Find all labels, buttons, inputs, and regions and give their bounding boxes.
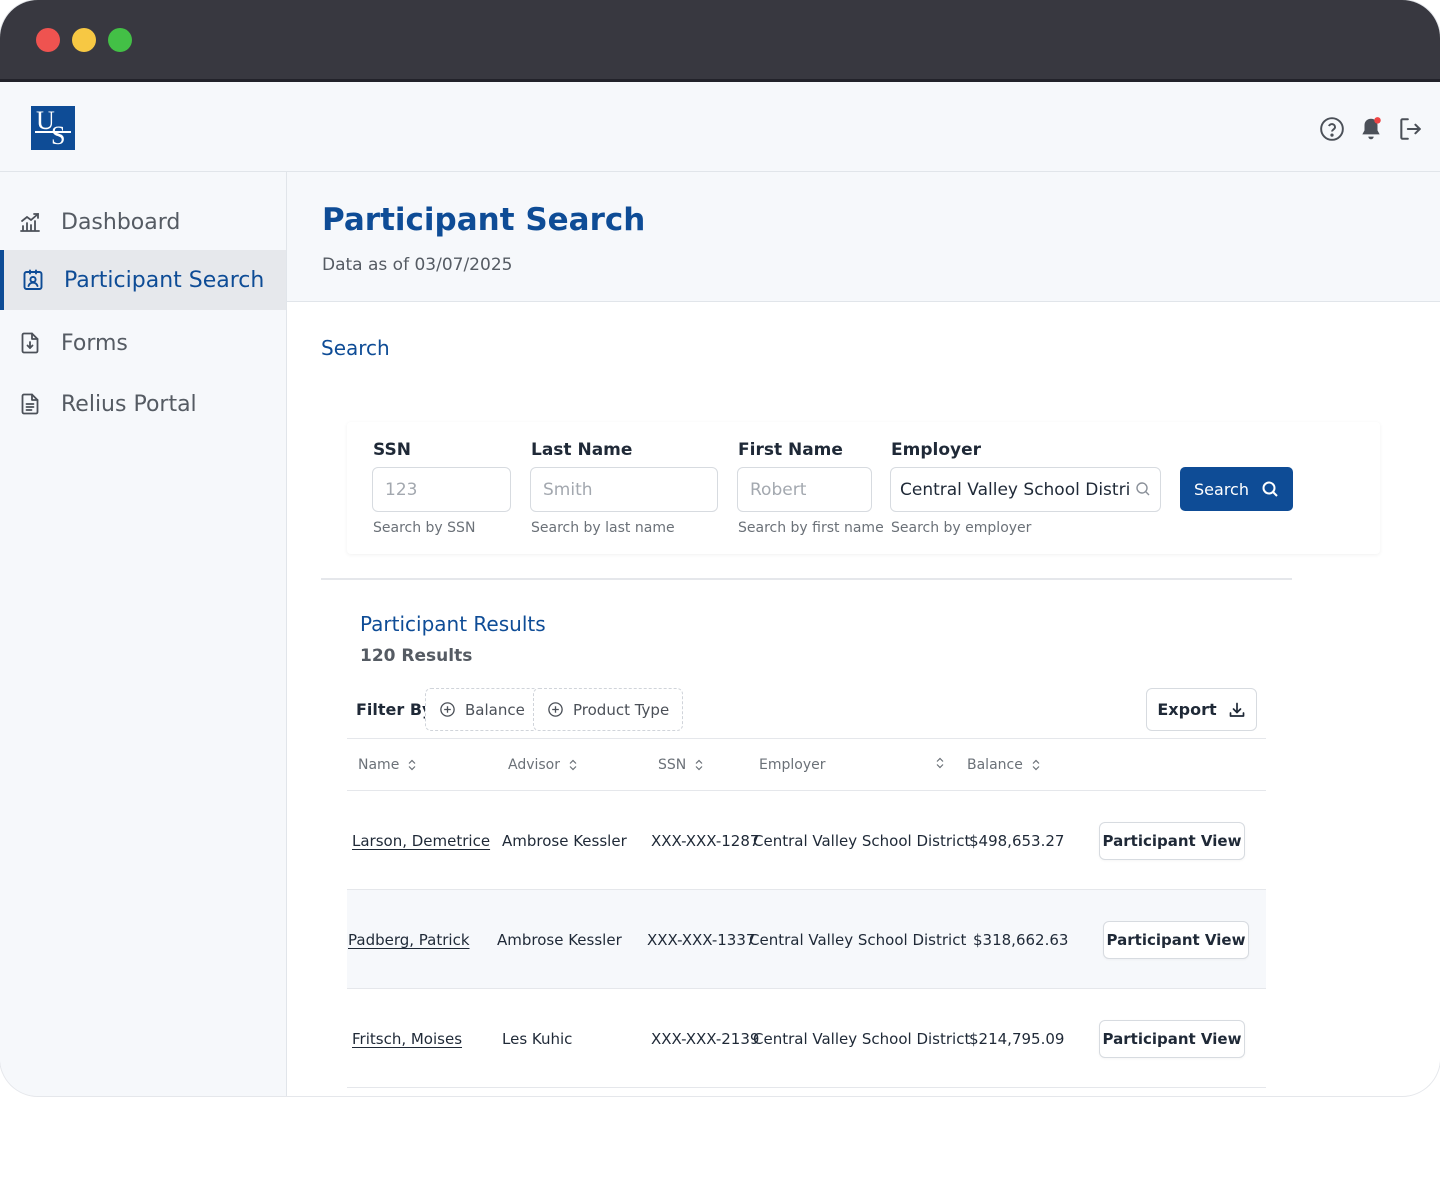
download-icon (1229, 702, 1244, 717)
last-name-label: Last Name (531, 440, 633, 460)
sidebar-item-label: Forms (61, 330, 128, 356)
first-name-input[interactable] (737, 467, 872, 512)
page-header: Participant Search Data as of 03/07/2025 (287, 172, 1440, 302)
balance-cell: $214,795.09 (969, 1030, 1065, 1048)
sort-icon (569, 759, 577, 771)
first-name-label: First Name (738, 440, 843, 460)
main-content: Participant Search Data as of 03/07/2025… (287, 172, 1440, 1096)
employer-input[interactable] (890, 467, 1161, 512)
notification-dot (1374, 117, 1381, 124)
close-window-button[interactable] (36, 28, 60, 52)
filter-chip-balance[interactable]: Balance (425, 688, 539, 731)
filter-chip-product-type[interactable]: Product Type (533, 688, 684, 731)
window-titlebar (0, 0, 1440, 82)
table-header: Name Advisor SSN Employer Balance (347, 738, 1266, 791)
page-title: Participant Search (322, 202, 646, 238)
ssn-label: SSN (373, 440, 411, 460)
search-button[interactable]: Search (1180, 467, 1293, 511)
participant-name-link[interactable]: Padberg, Patrick (348, 931, 470, 949)
employer-label: Employer (891, 440, 981, 460)
sort-icon (408, 759, 416, 771)
balance-cell: $498,653.27 (969, 832, 1065, 850)
first-name-help: Search by first name (738, 520, 884, 536)
sidebar-item-forms[interactable]: Forms (0, 313, 286, 373)
search-card: SSN Search by SSN Last Name Search by la… (347, 422, 1380, 554)
results-count: 120 Results (360, 646, 473, 666)
document-icon (18, 392, 44, 418)
column-header-name[interactable]: Name (358, 757, 417, 773)
sidebar-item-dashboard[interactable]: Dashboard (0, 192, 286, 252)
search-icon (1262, 481, 1278, 497)
sort-icon (1032, 759, 1040, 771)
sort-icon (936, 757, 944, 769)
participant-name-link[interactable]: Fritsch, Moises (352, 1030, 462, 1048)
search-section-title: Search (321, 336, 390, 360)
filter-chip-label: Balance (465, 700, 525, 719)
sidebar-item-participant-search[interactable]: Participant Search (0, 250, 286, 310)
sidebar: Dashboard Participant Search Forms Reliu… (0, 172, 287, 1096)
column-header-balance[interactable]: Balance (967, 757, 1041, 773)
filter-chip-label: Product Type (573, 700, 670, 719)
id-badge-icon (21, 268, 47, 294)
last-name-input[interactable] (530, 467, 718, 512)
results-title: Participant Results (360, 612, 546, 636)
column-header-ssn[interactable]: SSN (658, 757, 704, 773)
search-button-label: Search (1194, 479, 1249, 499)
help-icon[interactable] (1319, 116, 1345, 142)
participant-name-link[interactable]: Larson, Demetrice (352, 832, 490, 850)
us-logo[interactable]: U S (31, 106, 75, 150)
sidebar-item-label: Participant Search (64, 267, 265, 293)
column-header-advisor[interactable]: Advisor (508, 757, 578, 773)
last-name-help: Search by last name (531, 520, 675, 536)
browser-window: U S Dashboard Participant Search Forms R… (0, 0, 1440, 1096)
employer-help: Search by employer (891, 520, 1032, 536)
maximize-window-button[interactable] (108, 28, 132, 52)
participant-view-button[interactable]: Participant View (1099, 1020, 1245, 1058)
advisor-cell: Ambrose Kessler (502, 832, 627, 850)
sidebar-item-label: Relius Portal (61, 391, 197, 417)
minimize-window-button[interactable] (72, 28, 96, 52)
sort-icon (695, 759, 703, 771)
export-button-label: Export (1157, 700, 1217, 719)
bell-icon[interactable] (1358, 116, 1384, 142)
add-circle-icon (548, 702, 563, 717)
logo-letter-s: S (51, 121, 66, 150)
ssn-cell: XXX-XXX-1337 (647, 931, 756, 949)
page-subtitle: Data as of 03/07/2025 (322, 255, 513, 275)
column-header-label: Balance (967, 757, 1023, 773)
column-header-employer[interactable]: Employer (759, 757, 825, 773)
advisor-cell: Ambrose Kessler (497, 931, 622, 949)
column-header-label: Advisor (508, 757, 561, 773)
table-row: Fritsch, Moises Les Kuhic XXX-XXX-2139 C… (347, 989, 1266, 1088)
column-header-label: Employer (759, 757, 826, 773)
column-header-label: Name (358, 757, 400, 773)
export-button[interactable]: Export (1146, 688, 1257, 731)
chart-icon (18, 210, 44, 236)
employer-cell: Central Valley School District (753, 1030, 971, 1048)
add-circle-icon (440, 702, 455, 717)
section-divider (321, 578, 1292, 580)
ssn-cell: XXX-XXX-1287 (651, 832, 760, 850)
table-row: Padberg, Patrick Ambrose Kessler XXX-XXX… (347, 890, 1266, 989)
participant-view-button[interactable]: Participant View (1099, 822, 1245, 860)
logout-icon[interactable] (1397, 116, 1423, 142)
sidebar-item-label: Dashboard (61, 209, 181, 235)
ssn-cell: XXX-XXX-2139 (651, 1030, 760, 1048)
employer-cell: Central Valley School District (749, 931, 967, 949)
column-header-label: SSN (658, 757, 687, 773)
participant-view-button[interactable]: Participant View (1103, 921, 1249, 959)
table-row: Larson, Demetrice Ambrose Kessler XXX-XX… (347, 791, 1266, 890)
search-icon (1135, 481, 1151, 497)
balance-cell: $318,662.63 (973, 931, 1069, 949)
sidebar-item-relius-portal[interactable]: Relius Portal (0, 374, 286, 434)
advisor-cell: Les Kuhic (502, 1030, 573, 1048)
app-header: U S (0, 82, 1440, 172)
ssn-input[interactable] (372, 467, 511, 512)
file-download-icon (18, 331, 44, 357)
ssn-help: Search by SSN (373, 520, 476, 536)
employer-cell: Central Valley School District (753, 832, 971, 850)
employer-sort-icon[interactable] (935, 757, 945, 769)
